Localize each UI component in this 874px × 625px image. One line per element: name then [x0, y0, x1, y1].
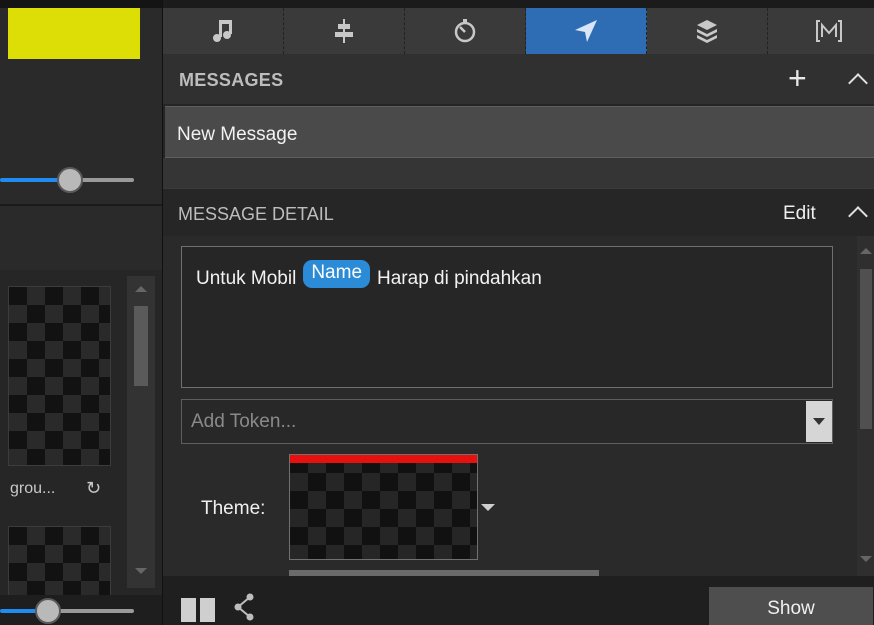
message-text: Untuk Mobil Name Harap di pindahkan — [196, 260, 542, 293]
message-detail-header: MESSAGE DETAIL Edit — [163, 188, 874, 236]
message-text-editor[interactable]: Untuk Mobil Name Harap di pindahkan — [181, 246, 833, 388]
left-top-strip — [0, 0, 162, 8]
library-panel: grou... ↻ — [0, 0, 162, 625]
token-dropdown-button[interactable] — [806, 401, 832, 442]
left-divider — [0, 204, 162, 206]
tab-timers[interactable] — [405, 8, 526, 54]
tab-alignment[interactable] — [284, 8, 405, 54]
message-list-item[interactable]: New Message — [165, 106, 874, 158]
theme-red-bar — [290, 455, 477, 463]
messages-title: MESSAGES — [179, 70, 284, 90]
tool-tab-bar — [163, 0, 874, 54]
message-detail-body: Untuk Mobil Name Harap di pindahkan Them… — [163, 236, 857, 576]
tab-layers[interactable] — [647, 8, 768, 54]
slide-preview[interactable] — [8, 8, 140, 59]
zoom-slider-knob[interactable] — [35, 598, 61, 624]
timer-icon — [454, 19, 476, 43]
tab-audio[interactable] — [163, 8, 284, 54]
thumbnail-label: grou... — [10, 480, 56, 497]
bottom-toolbar: Show — [163, 576, 874, 625]
left-scroll-thumb[interactable] — [134, 306, 148, 386]
alignment-icon — [335, 19, 353, 43]
name-token[interactable]: Name — [303, 260, 371, 288]
theme-thumbnail[interactable] — [289, 454, 478, 560]
show-button[interactable]: Show — [709, 587, 873, 625]
detail-scroll-thumb[interactable] — [860, 269, 872, 429]
plus-icon[interactable]: + — [788, 62, 807, 94]
theme-label: Theme: — [201, 498, 266, 519]
left-scrollbar[interactable] — [127, 276, 155, 588]
detail-chevron-up-icon[interactable] — [848, 206, 868, 226]
message-list-empty-space — [163, 158, 874, 188]
macro-m-icon — [815, 20, 842, 42]
preview-gap — [140, 8, 162, 59]
tab-macros[interactable] — [768, 8, 874, 54]
share-icon[interactable] — [233, 592, 255, 622]
message-text-after: Harap di pindahkan — [377, 268, 542, 289]
detail-scroll-down-icon[interactable] — [860, 556, 872, 562]
edit-button[interactable]: Edit — [783, 203, 816, 225]
size-slider-knob[interactable] — [57, 167, 83, 193]
layers-icon — [697, 20, 717, 43]
chevron-up-icon[interactable] — [848, 73, 868, 93]
message-item-label: New Message — [177, 124, 298, 145]
messages-header: MESSAGES + — [163, 54, 874, 104]
loop-icon[interactable]: ↻ — [86, 478, 101, 499]
scroll-down-arrow-icon[interactable] — [135, 568, 147, 574]
detail-scrollbar[interactable] — [857, 236, 874, 576]
dropdown-arrow-icon — [813, 418, 825, 425]
message-detail-title: MESSAGE DETAIL — [178, 204, 334, 224]
messages-panel: MESSAGES + New Message MESSAGE DETAIL Ed… — [162, 0, 874, 625]
background-thumbnail[interactable] — [8, 286, 111, 466]
add-token-field[interactable] — [181, 399, 833, 444]
send-arrow-icon — [575, 20, 597, 42]
detail-scroll-up-icon[interactable] — [860, 248, 872, 254]
tab-messages[interactable] — [526, 8, 647, 54]
background-thumbnail-2[interactable] — [8, 526, 111, 596]
columns-icon[interactable] — [181, 598, 215, 622]
music-note-icon — [213, 20, 232, 42]
message-text-before: Untuk Mobil — [196, 268, 297, 289]
theme-dropdown-arrow-icon[interactable] — [481, 504, 495, 511]
scroll-up-arrow-icon[interactable] — [135, 286, 147, 292]
add-token-input[interactable] — [182, 400, 802, 443]
